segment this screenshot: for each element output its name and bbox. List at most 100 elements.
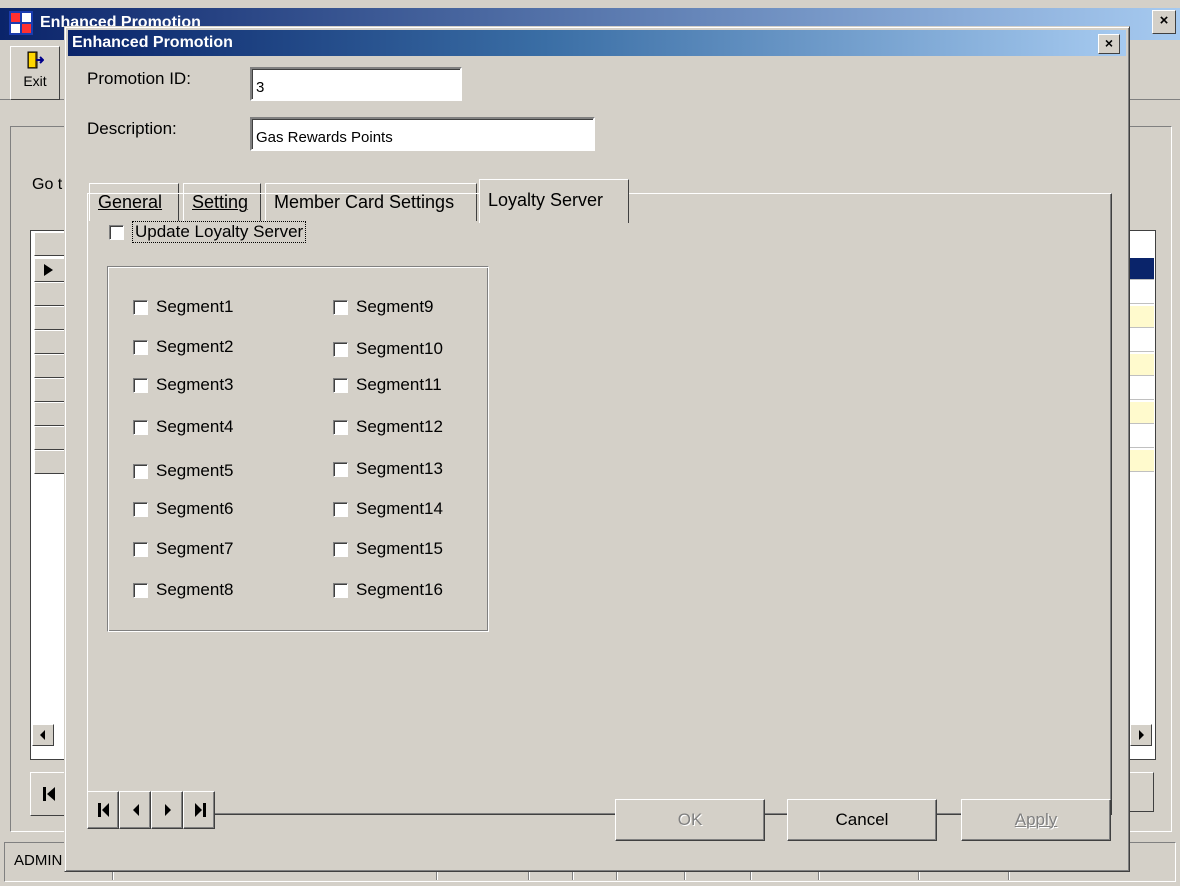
checkbox-box[interactable]: [133, 501, 148, 517]
segment-label: Segment3: [156, 375, 234, 394]
segment10-checkbox[interactable]: Segment10: [333, 339, 443, 359]
grid-row-header[interactable]: [34, 402, 66, 426]
grid-cell-selected[interactable]: [1128, 258, 1154, 280]
grid-row-header[interactable]: [34, 354, 66, 378]
checkbox-box[interactable]: [333, 341, 348, 357]
grid-cell[interactable]: [1128, 354, 1154, 376]
segment-label: Segment1: [156, 297, 234, 316]
grid-row-header-current[interactable]: [34, 258, 66, 282]
exit-button[interactable]: Exit: [10, 46, 60, 100]
segment-label: Segment4: [156, 417, 234, 436]
record-navigator: [87, 791, 215, 831]
grid-row-header[interactable]: [34, 232, 66, 256]
grid-row-header[interactable]: [34, 306, 66, 330]
grid-row-header[interactable]: [34, 426, 66, 450]
checkbox-box[interactable]: [333, 541, 348, 557]
arrow-right-icon: [1139, 730, 1144, 740]
description-field[interactable]: [250, 117, 595, 151]
segment11-checkbox[interactable]: Segment11: [333, 375, 442, 395]
grid-cell[interactable]: [1128, 450, 1154, 472]
goto-label: Go t: [32, 176, 63, 193]
segment6-checkbox[interactable]: Segment6: [133, 499, 234, 519]
segment14-checkbox[interactable]: Segment14: [333, 499, 443, 519]
segment5-checkbox[interactable]: Segment5: [133, 461, 234, 481]
background-close-button[interactable]: ×: [1152, 10, 1176, 34]
enhanced-promotion-dialog: Enhanced Promotion × Promotion ID: Descr…: [64, 26, 1130, 872]
segment9-checkbox[interactable]: Segment9: [333, 297, 434, 317]
checkbox-box[interactable]: [333, 501, 348, 517]
segment-label: Segment11: [356, 375, 442, 394]
apply-button[interactable]: Apply: [961, 799, 1111, 841]
checkbox-box[interactable]: [333, 461, 348, 477]
scroll-right-button[interactable]: [1130, 724, 1152, 746]
segment-label: Segment7: [156, 539, 234, 558]
previous-record-icon: [133, 804, 139, 816]
dialog-titlebar[interactable]: Enhanced Promotion ×: [68, 30, 1126, 56]
segment1-checkbox[interactable]: Segment1: [133, 297, 234, 317]
grid-cell[interactable]: [1128, 426, 1154, 448]
grid-cell[interactable]: [1128, 402, 1154, 424]
grid-cell[interactable]: [1128, 330, 1154, 352]
ok-button[interactable]: OK: [615, 799, 765, 841]
segment-label: Segment14: [356, 499, 443, 518]
exit-label: Exit: [23, 73, 47, 89]
grid-row-header[interactable]: [34, 378, 66, 402]
grid-cell[interactable]: [1128, 378, 1154, 400]
segment4-checkbox[interactable]: Segment4: [133, 417, 234, 437]
next-record-button[interactable]: [151, 791, 183, 829]
segment15-checkbox[interactable]: Segment15: [333, 539, 443, 559]
last-record-button[interactable]: [183, 791, 215, 829]
segment13-checkbox[interactable]: Segment13: [333, 459, 443, 479]
checkbox-box[interactable]: [133, 299, 148, 315]
arrow-left-icon: [40, 730, 45, 740]
segment-label: Segment8: [156, 580, 234, 599]
promotion-id-label: Promotion ID:: [87, 69, 191, 88]
checkbox-box[interactable]: [133, 541, 148, 557]
segment16-checkbox[interactable]: Segment16: [333, 580, 443, 600]
promotion-id-field[interactable]: [250, 67, 462, 101]
segment-label: Segment2: [156, 337, 234, 356]
segment-label: Segment9: [356, 297, 434, 316]
segment3-checkbox[interactable]: Segment3: [133, 375, 234, 395]
grid-cell[interactable]: [1128, 306, 1154, 328]
scroll-left-button[interactable]: [32, 724, 54, 746]
segment7-checkbox[interactable]: Segment7: [133, 539, 234, 559]
first-record-icon: [98, 803, 109, 817]
checkbox-box[interactable]: [333, 419, 348, 435]
app-icon: [9, 11, 33, 35]
segment2-checkbox[interactable]: Segment2: [133, 337, 234, 357]
checkbox-box[interactable]: [133, 463, 148, 479]
segment12-checkbox[interactable]: Segment12: [333, 417, 443, 437]
checkbox-box[interactable]: [333, 299, 348, 315]
description-label: Description:: [87, 119, 177, 138]
next-record-icon: [165, 804, 171, 816]
checkbox-box[interactable]: [133, 377, 148, 393]
segment-label: Segment12: [356, 417, 443, 436]
checkbox-box[interactable]: [133, 339, 148, 355]
grid-row-header[interactable]: [34, 282, 66, 306]
segment-label: Segment15: [356, 539, 443, 558]
checkbox-box[interactable]: [109, 224, 124, 240]
segment-label: Segment6: [156, 499, 234, 518]
dialog-close-button[interactable]: ×: [1098, 34, 1120, 54]
status-user: ADMIN: [14, 852, 63, 869]
segment8-checkbox[interactable]: Segment8: [133, 580, 234, 600]
grid-row-header[interactable]: [34, 330, 66, 354]
cancel-button[interactable]: Cancel: [787, 799, 937, 841]
checkbox-box[interactable]: [333, 582, 348, 598]
grid-row-header[interactable]: [34, 450, 66, 474]
segment-label: Segment16: [356, 580, 443, 599]
first-record-button[interactable]: [87, 791, 119, 829]
exit-door-icon: [27, 51, 44, 69]
segment-label: Segment10: [356, 339, 443, 358]
update-loyalty-server-checkbox[interactable]: Update Loyalty Server: [109, 221, 307, 243]
checkbox-box[interactable]: [333, 377, 348, 393]
grid-cell[interactable]: [1128, 282, 1154, 304]
dialog-title: Enhanced Promotion: [72, 34, 233, 51]
checkbox-box[interactable]: [133, 582, 148, 598]
segment-label: Segment13: [356, 459, 443, 478]
last-record-icon: [195, 803, 206, 817]
checkbox-box[interactable]: [133, 419, 148, 435]
previous-record-button[interactable]: [119, 791, 151, 829]
tab-loyalty-server[interactable]: Loyalty Server: [479, 179, 629, 223]
